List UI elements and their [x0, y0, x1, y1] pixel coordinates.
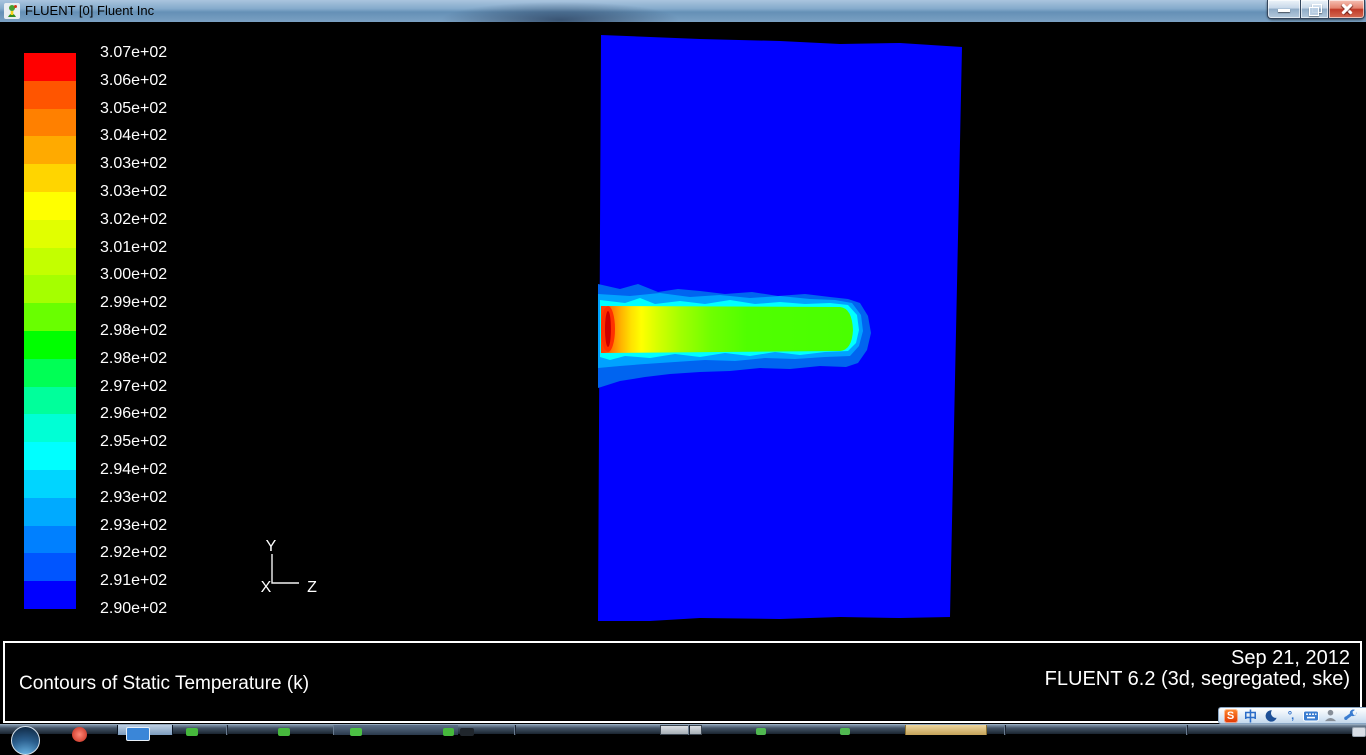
legend-value: 2.92e+02 [100, 539, 167, 567]
start-button[interactable] [11, 726, 40, 755]
close-button[interactable] [1328, 0, 1365, 19]
ime-toolbar: S 中 °, [1218, 707, 1366, 724]
contour-plot[interactable] [580, 28, 980, 628]
user-icon[interactable] [1322, 708, 1339, 723]
sogou-s-glyph: S [1224, 709, 1238, 723]
screen: { "window": { "title": "FLUENT [0] Fluen… [0, 0, 1366, 734]
legend-value: 2.97e+02 [100, 373, 167, 401]
legend-value: 2.99e+02 [100, 289, 167, 317]
jet-core [601, 306, 853, 353]
graphics-canvas[interactable]: 3.07e+023.06e+023.05e+023.04e+023.03e+02… [0, 22, 1366, 724]
legend-value: 2.93e+02 [100, 484, 167, 512]
moon-glyph [1264, 709, 1278, 723]
legend-value: 3.00e+02 [100, 261, 167, 289]
taskbar [0, 724, 1366, 734]
legend-value: 3.03e+02 [100, 178, 167, 206]
keyboard-glyph [1303, 710, 1319, 722]
taskbar-tray-sliver[interactable] [1352, 727, 1366, 737]
colorbar-band [24, 164, 76, 192]
colorbar-band [24, 53, 76, 81]
moon-icon[interactable] [1262, 708, 1279, 723]
legend-colorbar [24, 53, 76, 609]
user-glyph [1324, 709, 1337, 722]
legend-value: 2.93e+02 [100, 512, 167, 540]
taskbar-app-red-icon[interactable] [72, 727, 87, 742]
legend-value: 3.04e+02 [100, 122, 167, 150]
colorbar-band [24, 581, 76, 609]
colorbar-band [24, 331, 76, 359]
legend-value: 2.90e+02 [100, 595, 167, 623]
punctuation-glyph: °, [1288, 710, 1293, 722]
colorbar-band [24, 387, 76, 415]
legend-value: 2.96e+02 [100, 400, 167, 428]
colorbar-band [24, 442, 76, 470]
legend-value: 3.06e+02 [100, 67, 167, 95]
caption-solver: FLUENT 6.2 (3d, segregated, ske) [1045, 669, 1350, 690]
caption-date: Sep 21, 2012 [1045, 648, 1350, 669]
caption-right: Sep 21, 2012 FLUENT 6.2 (3d, segregated,… [1045, 648, 1350, 690]
axis-triad: Y X Z [255, 530, 325, 600]
window-app-icon [126, 727, 150, 741]
taskbar-app-green-icon[interactable] [278, 728, 290, 736]
axis-z-label: Z [307, 579, 317, 596]
legend-value: 3.01e+02 [100, 234, 167, 262]
chinese-mode-glyph: 中 [1244, 706, 1257, 725]
legend-value: 3.02e+02 [100, 206, 167, 234]
colorbar-band [24, 359, 76, 387]
window-controls [1267, 0, 1365, 19]
axis-x-label: X [261, 579, 272, 596]
window-title: FLUENT [0] Fluent Inc [25, 3, 154, 18]
axis-lines [272, 554, 299, 583]
titlebar[interactable]: FLUENT [0] Fluent Inc [0, 0, 1366, 22]
legend-value: 3.05e+02 [100, 95, 167, 123]
soft-keyboard-icon[interactable] [1302, 708, 1319, 723]
axis-y-label: Y [266, 538, 277, 555]
taskbar-app-dark-icon[interactable] [460, 728, 474, 736]
wrench-icon[interactable] [1342, 708, 1359, 723]
chinese-mode-icon[interactable]: 中 [1242, 708, 1259, 723]
colorbar-band [24, 109, 76, 137]
legend-value: 2.98e+02 [100, 317, 167, 345]
caption-box: Contours of Static Temperature (k) Sep 2… [3, 641, 1362, 723]
legend-value: 2.95e+02 [100, 428, 167, 456]
caption-title: Contours of Static Temperature (k) [19, 673, 309, 695]
minimize-button[interactable] [1267, 0, 1300, 19]
colorbar-band [24, 192, 76, 220]
legend-labels: 3.07e+023.06e+023.05e+023.04e+023.03e+02… [100, 39, 167, 623]
colorbar-band [24, 275, 76, 303]
fluent-app-icon [4, 3, 20, 19]
legend-value: 3.03e+02 [100, 150, 167, 178]
restore-button[interactable] [1300, 0, 1328, 19]
colorbar-band [24, 553, 76, 581]
colorbar-band [24, 248, 76, 276]
colorbar-band [24, 498, 76, 526]
colorbar-band [24, 136, 76, 164]
taskbar-app-green-icon[interactable] [350, 728, 362, 736]
colorbar-band [24, 414, 76, 442]
colorbar-band [24, 81, 76, 109]
punctuation-icon[interactable]: °, [1282, 708, 1299, 723]
colorbar-band [24, 526, 76, 554]
colorbar-band [24, 303, 76, 331]
legend-value: 2.98e+02 [100, 345, 167, 373]
colorbar-band [24, 220, 76, 248]
sogou-logo-icon[interactable]: S [1222, 708, 1239, 723]
taskbar-app-green-icon[interactable] [443, 728, 454, 736]
legend-value: 3.07e+02 [100, 39, 167, 67]
taskbar-app-green-icon[interactable] [186, 728, 198, 736]
legend-value: 2.94e+02 [100, 456, 167, 484]
wrench-glyph [1344, 709, 1358, 723]
legend-value: 2.91e+02 [100, 567, 167, 595]
colorbar-band [24, 470, 76, 498]
jet-hot-streak [605, 311, 611, 347]
